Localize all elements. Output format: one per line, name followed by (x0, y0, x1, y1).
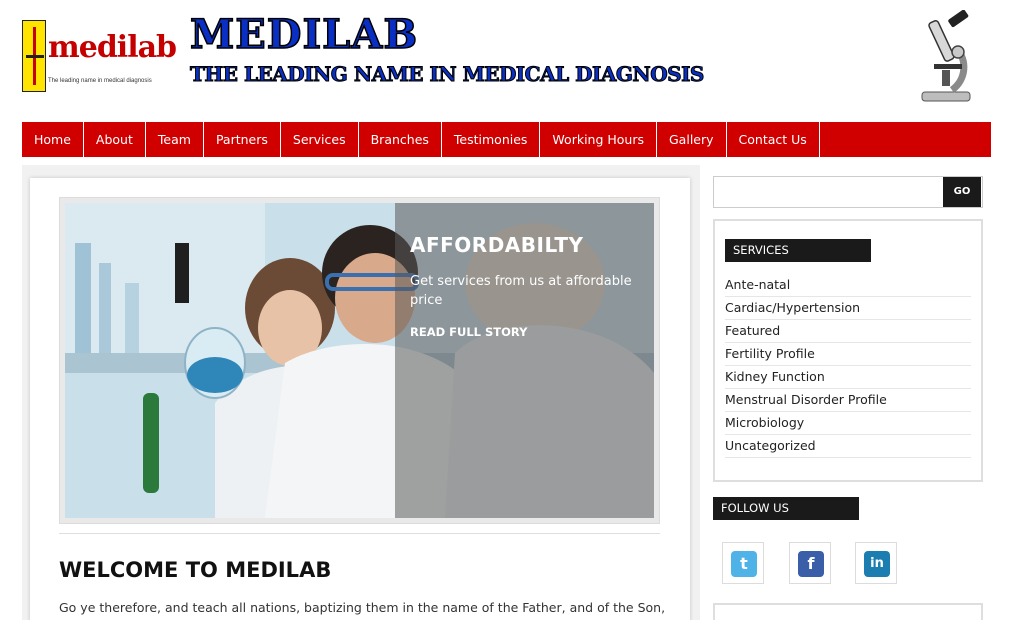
site-subtitle: THE LEADING NAME IN MEDICAL DIAGNOSIS (190, 62, 705, 87)
search-go-button[interactable]: GO (943, 177, 981, 207)
twitter-icon: t (731, 551, 757, 577)
service-link-microbiology[interactable]: Microbiology (725, 412, 971, 435)
services-heading: SERVICES (725, 239, 871, 262)
service-link-uncategorized[interactable]: Uncategorized (725, 435, 971, 458)
service-link-ante-natal[interactable]: Ante-natal (725, 274, 971, 297)
sidebar-next-widget (713, 603, 983, 620)
linkedin-icon: in (864, 551, 890, 577)
nav-services[interactable]: Services (281, 122, 359, 157)
logo-name: medilab (48, 30, 177, 65)
service-link-cardiac-hypertension[interactable]: Cardiac/Hypertension (725, 297, 971, 320)
nav-gallery[interactable]: Gallery (657, 122, 727, 157)
microscope-icon (921, 10, 971, 102)
search-input[interactable] (716, 179, 942, 205)
facebook-link[interactable]: f (789, 542, 831, 584)
welcome-paragraph: Go ye therefore, and teach all nations, … (59, 600, 669, 615)
nav-testimonies[interactable]: Testimonies (442, 122, 541, 157)
services-list: Ante-natal Cardiac/Hypertension Featured… (725, 274, 971, 458)
nav-about[interactable]: About (84, 122, 146, 157)
site-logo[interactable]: medilab The leading name in medical diag… (22, 20, 177, 92)
nav-working-hours[interactable]: Working Hours (540, 122, 657, 157)
linkedin-link[interactable]: in (855, 542, 897, 584)
nav-team[interactable]: Team (146, 122, 204, 157)
logo-tagline: The leading name in medical diagnosis (48, 78, 152, 84)
content-divider (59, 533, 660, 534)
nav-contact-us[interactable]: Contact Us (727, 122, 820, 157)
main-nav: Home About Team Partners Services Branch… (22, 122, 991, 157)
facebook-icon: f (798, 551, 824, 577)
site-title: MEDILAB (189, 11, 419, 59)
service-link-kidney-function[interactable]: Kidney Function (725, 366, 971, 389)
slide-text: Get services from us at affordable price (410, 274, 632, 308)
nav-branches[interactable]: Branches (359, 122, 442, 157)
read-full-story-link[interactable]: READ FULL STORY (410, 325, 527, 339)
nav-partners[interactable]: Partners (204, 122, 281, 157)
service-link-fertility-profile[interactable]: Fertility Profile (725, 343, 971, 366)
follow-us-heading: FOLLOW US (713, 497, 859, 520)
twitter-link[interactable]: t (722, 542, 764, 584)
logo-mark-icon (22, 20, 46, 92)
service-link-featured[interactable]: Featured (725, 320, 971, 343)
slide-title: AFFORDABILTY (410, 233, 584, 257)
welcome-heading: WELCOME TO MEDILAB (59, 558, 332, 582)
service-link-menstrual-disorder-profile[interactable]: Menstrual Disorder Profile (725, 389, 971, 412)
nav-home[interactable]: Home (22, 122, 84, 157)
